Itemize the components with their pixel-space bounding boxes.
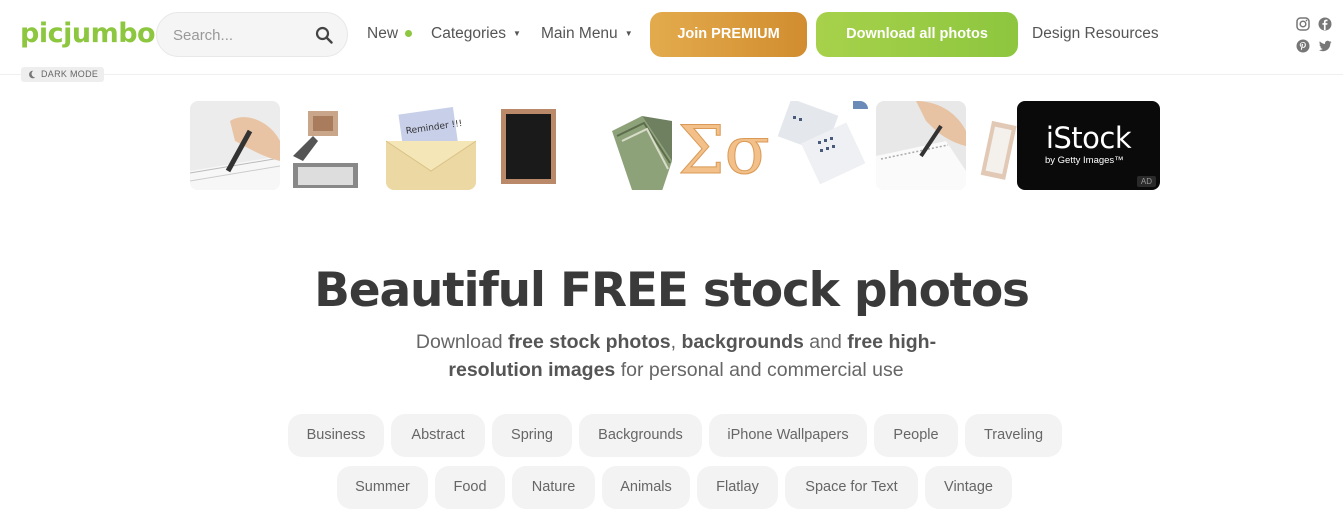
link-free-stock-photos: free stock photos xyxy=(508,331,671,353)
sigma-letters-image: Σσ xyxy=(680,101,770,190)
tag-vintage[interactable]: Vintage xyxy=(925,466,1012,509)
download-all-button[interactable]: Download all photos xyxy=(816,12,1018,57)
hero-title: Beautiful FREE stock photos xyxy=(314,263,1030,318)
ad-label: AD xyxy=(1136,176,1156,187)
hero-subtitle: Download free stock photos, backgrounds … xyxy=(371,328,981,384)
twitter-icon[interactable] xyxy=(1318,39,1332,53)
search-icon[interactable] xyxy=(315,26,333,44)
tag-business[interactable]: Business xyxy=(288,414,384,457)
pinterest-icon[interactable] xyxy=(1296,39,1310,53)
dark-mode-toggle[interactable]: DARK MODE xyxy=(21,67,105,82)
nav-categories[interactable]: Categories ▼ xyxy=(431,25,521,43)
nav-main-menu[interactable]: Main Menu ▼ xyxy=(541,25,633,43)
search-input[interactable] xyxy=(173,24,313,46)
site-logo[interactable]: picjumbo xyxy=(20,18,156,49)
chalkboard-image xyxy=(484,101,574,190)
thumbnail-chalkboard[interactable] xyxy=(484,101,574,190)
reminder-envelope-image: Reminder !!! xyxy=(386,101,476,190)
thumbnail-calendar[interactable] xyxy=(778,101,868,190)
thumbnail-sigma[interactable]: Σσ xyxy=(680,101,770,190)
site-header: picjumbo New Categories ▼ Main Menu ▼ Join… xyxy=(0,0,1343,75)
moon-icon xyxy=(29,70,36,79)
thumbnail-robot-hand[interactable] xyxy=(288,101,378,190)
robot-hand-image xyxy=(288,101,378,190)
tag-flatlay[interactable]: Flatlay xyxy=(697,466,778,509)
tag-abstract[interactable]: Abstract xyxy=(391,414,485,457)
instagram-icon[interactable] xyxy=(1296,17,1310,31)
tag-spring[interactable]: Spring xyxy=(492,414,572,457)
dollar-bills-image xyxy=(582,101,672,190)
tag-people[interactable]: People xyxy=(874,414,958,457)
thumbnail-dollar-bills[interactable] xyxy=(582,101,672,190)
thumbnail-pencil-notebook[interactable] xyxy=(190,101,280,190)
ad-subtitle: by Getty Images™ xyxy=(1045,155,1124,166)
nav-main-menu-label: Main Menu xyxy=(541,25,618,42)
tag-backgrounds[interactable]: Backgrounds xyxy=(579,414,702,457)
caret-down-icon: ▼ xyxy=(512,29,521,39)
pencil-notebook-image xyxy=(190,101,280,190)
link-backgrounds: backgrounds xyxy=(681,331,804,353)
hero-sub-text: Download xyxy=(415,331,509,353)
new-dot-icon xyxy=(405,30,413,38)
search-box[interactable] xyxy=(156,12,348,57)
ad-brand: iStock xyxy=(1045,121,1132,155)
nav-design-resources[interactable]: Design Resources xyxy=(1032,25,1159,43)
nav-categories-label: Categories xyxy=(431,25,506,42)
facebook-icon[interactable] xyxy=(1318,17,1332,31)
hero-sub-text: and xyxy=(803,331,848,353)
tag-space-for-text[interactable]: Space for Text xyxy=(785,466,918,509)
tag-summer[interactable]: Summer xyxy=(337,466,428,509)
nav-new[interactable]: New xyxy=(367,25,413,43)
hero-sub-text: for personal and commercial use xyxy=(615,359,904,381)
tag-iphone-wallpapers[interactable]: iPhone Wallpapers xyxy=(709,414,867,457)
calendar-pages-image xyxy=(778,101,868,190)
sigma-letters-text: Σσ xyxy=(680,112,770,189)
nav-new-label: New xyxy=(367,25,399,42)
join-premium-button[interactable]: Join PREMIUM xyxy=(650,12,807,57)
istock-ad[interactable]: iStock by Getty Images™ AD xyxy=(1017,101,1160,190)
hero-sub-text: , xyxy=(670,331,682,353)
tag-food[interactable]: Food xyxy=(435,466,505,509)
caret-down-icon: ▼ xyxy=(624,29,633,39)
tag-nature[interactable]: Nature xyxy=(512,466,595,509)
thumbnail-envelope[interactable]: Reminder !!! xyxy=(386,101,476,190)
tag-traveling[interactable]: Traveling xyxy=(965,414,1062,457)
tag-animals[interactable]: Animals xyxy=(602,466,690,509)
pencil-notebook-2-image xyxy=(876,101,966,190)
dark-mode-label: DARK MODE xyxy=(41,69,99,79)
thumbnail-pencil-notebook-2[interactable] xyxy=(876,101,966,190)
